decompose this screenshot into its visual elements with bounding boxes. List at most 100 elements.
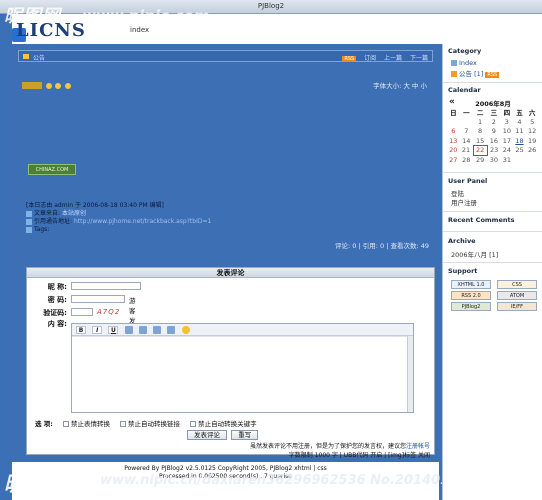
folder-icon (23, 54, 29, 59)
category-index[interactable]: Index (451, 59, 477, 67)
category-rss-badge[interactable]: RSS (485, 72, 500, 78)
weekday-cell: 二 (476, 109, 484, 117)
source-icon (26, 210, 32, 217)
calendar-day: 6 (451, 127, 456, 136)
email-icon[interactable] (153, 326, 162, 334)
xhtml-badge[interactable]: XHTML 1.0 (451, 280, 491, 289)
folder-icon (451, 71, 457, 77)
category-notice-label: 公告 [1] (459, 70, 484, 78)
disable-emoticons-checkbox[interactable] (62, 421, 69, 427)
atom-feed-badge[interactable]: ATOM (497, 291, 537, 300)
sidebar-divider (443, 172, 542, 173)
ubb-editor: B I U (71, 323, 414, 413)
calendar-day (447, 117, 460, 127)
pjblog-badge[interactable]: PJBlog2 (451, 302, 491, 311)
browser-badge[interactable]: IE/FF (497, 302, 537, 311)
comment-limits: 字数限制 1000 字 | UBB代码 开启 | [img]标签 关闭 (288, 452, 430, 459)
calendar-week: 20 21 22 23 24 25 26 (447, 145, 539, 156)
source-label: 文章来自: (34, 210, 61, 217)
italic-button[interactable]: I (92, 326, 103, 334)
trackback-url[interactable]: http://www.pjhome.net/trackback.asp?tbID… (74, 218, 211, 225)
calendar-day: 1 (478, 117, 483, 126)
post-meta: [本日志由 admin 于 2006-08-18 03:40 PM 编辑] 文章… (26, 202, 211, 234)
calendar-day: 19 (528, 136, 537, 145)
image-icon[interactable] (124, 326, 133, 334)
prev-post-link[interactable]: 上一篇 (384, 55, 402, 62)
trackback-label: 引用通告地址: (34, 218, 73, 225)
calendar-day: 14 (462, 136, 471, 145)
post-pager: RSS 订阅 上一篇 下一篇 (336, 53, 428, 62)
subscribe-link[interactable]: 订阅 (364, 55, 376, 62)
disable-autolink-label: 禁止自动转换链接 (128, 420, 181, 428)
calendar-week: 1 2 3 4 5 (447, 117, 539, 127)
quote-icon[interactable] (167, 326, 176, 334)
calendar-day: 20 (449, 146, 458, 155)
weekday-cell: 四 (503, 109, 511, 117)
calendar-day: 15 (475, 136, 485, 145)
calendar-day: 17 (502, 136, 512, 145)
password-input[interactable] (71, 295, 125, 303)
calendar-day: 31 (502, 155, 512, 164)
category-notice[interactable]: 公告 [1] RSS (451, 68, 500, 78)
calendar-title: Calendar (448, 86, 481, 94)
nickname-input[interactable] (71, 282, 141, 290)
disable-keywords-checkbox[interactable] (190, 421, 197, 427)
archive-item[interactable]: 2006年八月 [1] (451, 249, 498, 259)
blog-logo[interactable]: LICNS (16, 20, 86, 41)
source-link[interactable]: 本站原创 (62, 210, 86, 217)
recent-comments-title: Recent Comments (448, 216, 515, 224)
reset-button[interactable]: 重写 (231, 430, 259, 440)
calendar-day: 2 (491, 117, 496, 126)
comment-textarea[interactable] (72, 336, 413, 412)
calendar-weekday-row: 日 一 二 三 四 五 六 (447, 107, 539, 117)
calendar-day: 16 (489, 136, 498, 145)
register-link[interactable]: 注册帐号 (406, 443, 430, 450)
archive-title: Archive (448, 237, 476, 245)
calendar-day: 26 (528, 146, 537, 155)
link-icon[interactable] (138, 326, 147, 334)
rss-badge[interactable]: RSS (342, 56, 357, 62)
weekday-cell: 日 (450, 109, 457, 117)
captcha-image[interactable]: A7Q2 (97, 308, 120, 316)
smiley-icon[interactable] (181, 326, 190, 334)
disable-autolink-checkbox[interactable] (120, 421, 127, 427)
font-size-switch[interactable]: 字体大小: 大 中 小 (373, 80, 427, 90)
options-label: 选 项: (35, 420, 53, 428)
calendar-day: 13 (449, 136, 458, 145)
weekday-cell: 五 (516, 109, 523, 117)
css-badge[interactable]: CSS (497, 280, 537, 289)
textarea-scrollbar[interactable] (407, 336, 413, 412)
next-post-link[interactable]: 下一篇 (410, 55, 428, 62)
bold-button[interactable]: B (76, 326, 86, 334)
calendar-day: 28 (462, 155, 471, 164)
captcha-label: 验证码: (43, 309, 67, 317)
tags-label: Tags: (34, 226, 50, 233)
underline-button[interactable]: U (108, 326, 119, 334)
calendar-day: 10 (502, 127, 512, 136)
captcha-input[interactable] (71, 308, 93, 316)
calendar-day: 23 (489, 146, 499, 155)
calendar-prev-button[interactable]: « (449, 97, 455, 107)
user-panel-title: User Panel (448, 177, 488, 185)
submit-comment-button[interactable]: 发表评论 (187, 430, 227, 440)
watermark-bottom-brand: 昵享网 (4, 472, 70, 496)
support-title: Support (448, 267, 478, 275)
calendar-day-with-post[interactable]: 18 (513, 136, 526, 146)
register-note-text: 虽然发表评论不用注册，但是为了保护您的发言权，建议您 (249, 443, 406, 450)
rss-feed-badge[interactable]: RSS 2.0 (451, 291, 491, 300)
category-index-label: Index (459, 59, 477, 67)
sidebar-divider (443, 211, 542, 212)
sidebar: Category Index 公告 [1] RSS Calendar « 200… (442, 44, 542, 500)
calendar-month: 2006年8月 (475, 100, 511, 108)
calendar-day: 7 (464, 127, 469, 136)
content-label: 内 容: (47, 320, 67, 328)
breadcrumb: 公告 RSS 订阅 上一篇 下一篇 (18, 50, 433, 62)
calendar-day: 5 (530, 117, 535, 126)
register-user-link[interactable]: 用户注册 (451, 197, 477, 207)
header-nav-index[interactable]: index (130, 26, 149, 34)
breadcrumb-category[interactable]: 公告 (33, 53, 45, 62)
comment-form-title: 发表评论 (27, 268, 434, 278)
post-author-line: [本日志由 admin 于 2006-08-18 03:40 PM 编辑] (26, 202, 164, 209)
weekday-cell: 三 (490, 109, 498, 117)
calendar-day (513, 155, 526, 165)
